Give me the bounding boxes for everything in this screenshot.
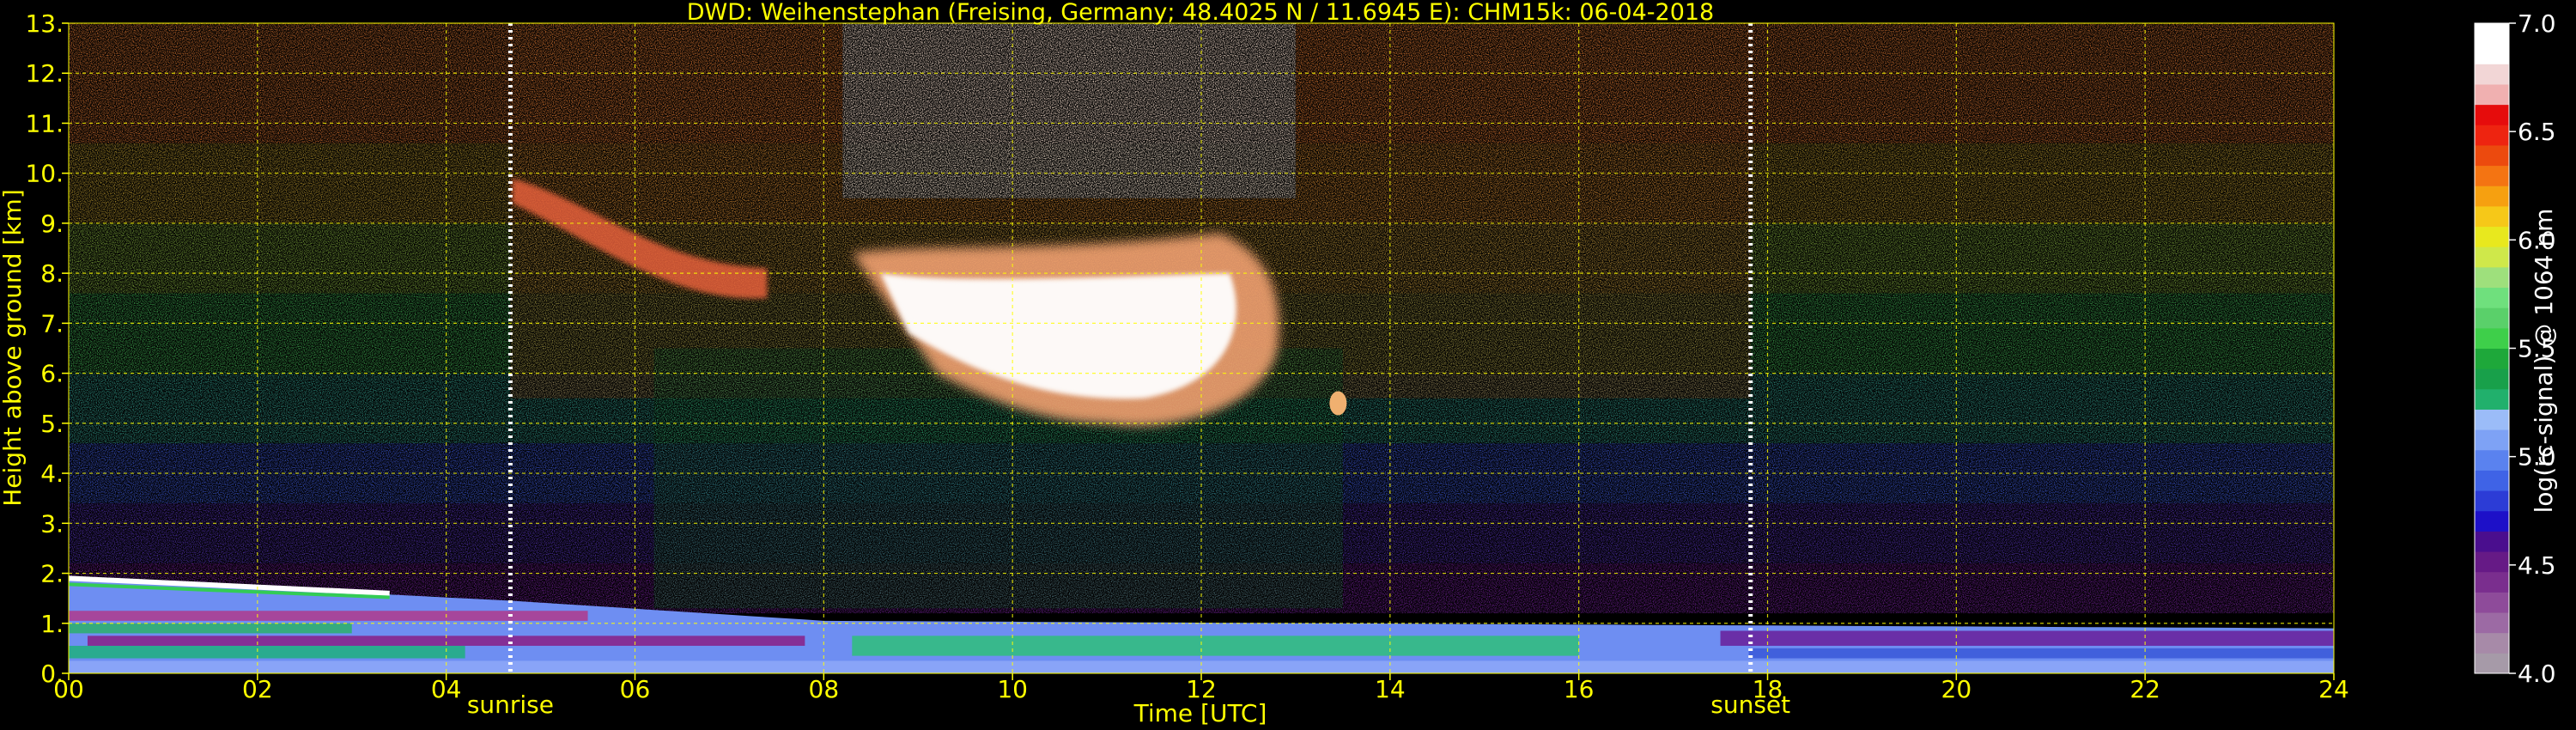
colorbar-swatch bbox=[2475, 266, 2509, 289]
boundary-layer-stratum bbox=[1748, 648, 2334, 659]
colorbar-title: log(rc-signal) @ 1064 nm bbox=[2530, 209, 2558, 514]
solar-noise-peak bbox=[842, 23, 1296, 198]
x-tick-label: 18 bbox=[1753, 675, 1783, 703]
y-axis-ticks: 0.1.2.3.4.5.6.7.8.9.10.11.12.13. bbox=[25, 9, 69, 688]
y-tick-label: 9. bbox=[40, 210, 64, 238]
colorbar-swatch bbox=[2475, 23, 2509, 45]
colorbar-swatch bbox=[2475, 653, 2509, 674]
boundary-layer-stratum bbox=[852, 636, 1579, 656]
colorbar-tick-label: 7.0 bbox=[2518, 9, 2556, 38]
y-axis-title: Height above ground [km] bbox=[0, 189, 27, 507]
x-tick-label: 20 bbox=[1941, 675, 1972, 703]
colorbar-swatch bbox=[2475, 429, 2509, 451]
colorbar-swatch bbox=[2475, 327, 2509, 349]
colorbar-swatch bbox=[2475, 64, 2509, 85]
colorbar-tick-label: 4.5 bbox=[2518, 551, 2556, 580]
x-tick-label: 02 bbox=[242, 675, 273, 703]
ceilometer-figure: sunrise sunset 0.1.2.3.4.5.6.7.8.9.10.11.… bbox=[0, 0, 2558, 727]
colorbar-swatch bbox=[2475, 348, 2509, 369]
x-tick-label: 16 bbox=[1564, 675, 1595, 703]
colorbar-swatch bbox=[2475, 165, 2509, 186]
x-tick-label: 24 bbox=[2318, 675, 2349, 703]
colorbar-swatch bbox=[2475, 510, 2509, 532]
colorbar-swatch bbox=[2475, 307, 2509, 329]
y-tick-label: 4. bbox=[40, 459, 64, 488]
x-tick-label: 04 bbox=[431, 675, 462, 703]
chart-title: DWD: Weihenstephan (Freising, Germany; 4… bbox=[687, 0, 1715, 26]
colorbar-swatch bbox=[2475, 449, 2509, 471]
colorbar-swatch bbox=[2475, 388, 2509, 410]
cirrus-fragment bbox=[1329, 391, 1347, 416]
y-tick-label: 1. bbox=[40, 610, 64, 638]
colorbar-swatch bbox=[2475, 551, 2509, 573]
colorbar-swatch bbox=[2475, 83, 2509, 106]
colorbar-swatch bbox=[2475, 125, 2509, 146]
colorbar-swatch bbox=[2475, 632, 2509, 654]
colorbar-swatch bbox=[2475, 490, 2509, 512]
y-tick-label: 2. bbox=[40, 560, 64, 588]
y-tick-label: 8. bbox=[40, 259, 64, 288]
boundary-layer-stratum bbox=[69, 623, 352, 634]
colorbar-swatch bbox=[2475, 287, 2509, 308]
y-tick-label: 7. bbox=[40, 309, 64, 338]
x-tick-label: 14 bbox=[1375, 675, 1406, 703]
colorbar-swatch bbox=[2475, 186, 2509, 207]
colorbar-swatch bbox=[2475, 571, 2509, 593]
x-tick-label: 10 bbox=[997, 675, 1028, 703]
colorbar-swatch bbox=[2475, 246, 2509, 268]
colorbar-swatch bbox=[2475, 104, 2509, 125]
marker-label-sunrise: sunrise bbox=[467, 690, 554, 719]
colorbar-swatch bbox=[2475, 531, 2509, 552]
y-tick-label: 10. bbox=[25, 160, 64, 188]
colorbar-swatch bbox=[2475, 368, 2509, 390]
y-tick-label: 13. bbox=[25, 9, 64, 38]
x-axis-title: Time [UTC] bbox=[1133, 699, 1267, 727]
y-tick-label: 11. bbox=[25, 109, 64, 137]
colorbar-swatch bbox=[2475, 592, 2509, 613]
colorbar-tick-label: 6.5 bbox=[2518, 118, 2556, 146]
boundary-layer-stratum bbox=[1720, 630, 2334, 646]
colorbar-swatch bbox=[2475, 470, 2509, 491]
y-tick-label: 3. bbox=[40, 509, 64, 538]
y-tick-label: 12. bbox=[25, 59, 64, 88]
colorbar-swatch bbox=[2475, 226, 2509, 247]
x-tick-label: 22 bbox=[2129, 675, 2160, 703]
colorbar-swatch bbox=[2475, 409, 2509, 430]
x-tick-label: 06 bbox=[620, 675, 651, 703]
x-tick-label: 00 bbox=[53, 675, 84, 703]
colorbar-tick-label: 4.0 bbox=[2518, 660, 2556, 688]
boundary-layer-stratum bbox=[69, 645, 465, 659]
x-tick-label: 08 bbox=[809, 675, 840, 703]
colorbar-swatch bbox=[2475, 43, 2509, 64]
colorbar-swatch bbox=[2475, 205, 2509, 228]
colorbar-swatch bbox=[2475, 612, 2509, 634]
y-tick-label: 5. bbox=[40, 410, 64, 438]
colorbar-swatch bbox=[2475, 144, 2509, 167]
y-tick-label: 6. bbox=[40, 360, 64, 388]
